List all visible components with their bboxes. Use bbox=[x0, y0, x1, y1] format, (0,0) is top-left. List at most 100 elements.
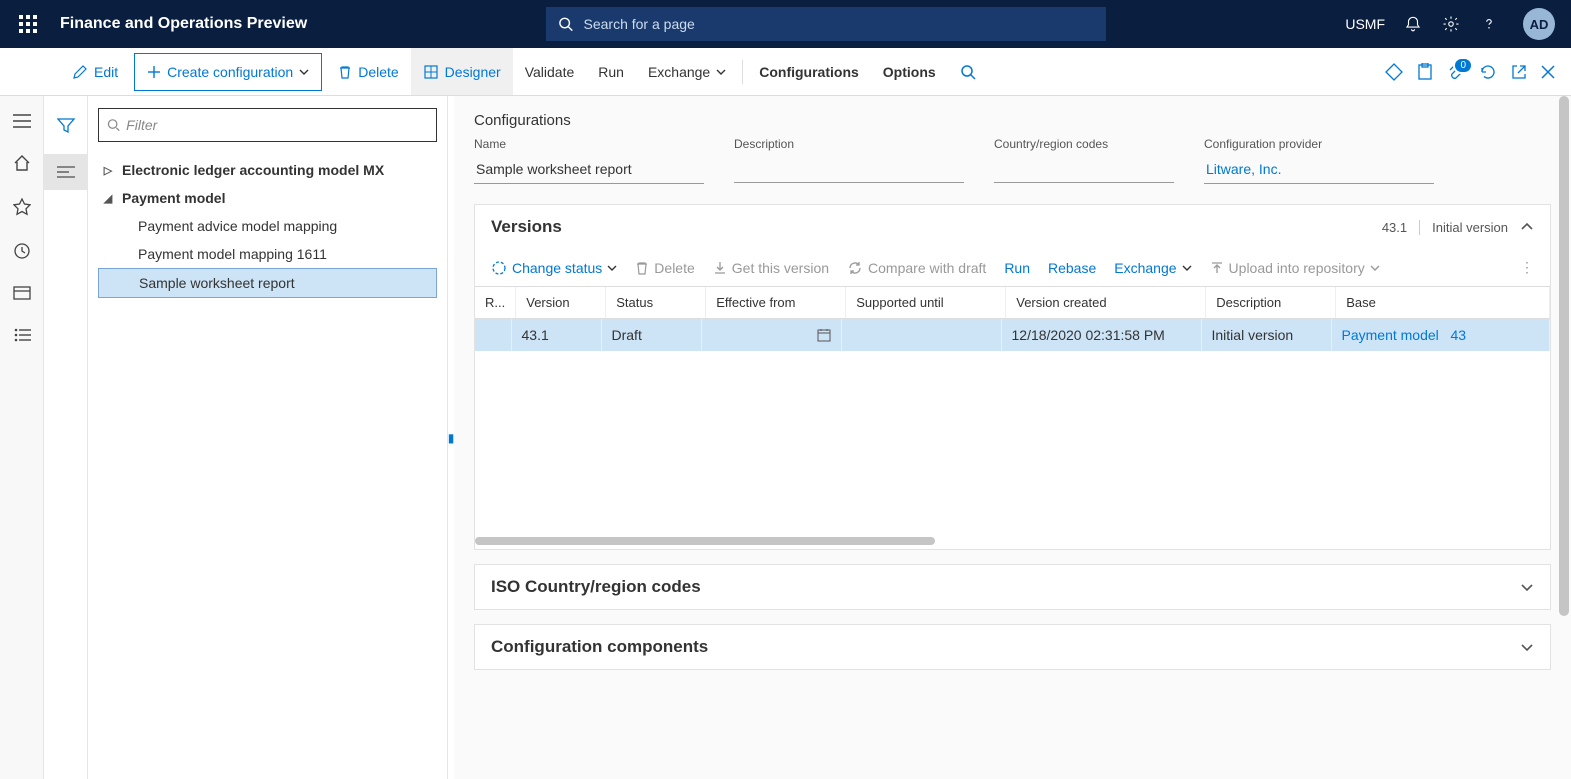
description-value[interactable] bbox=[734, 155, 964, 183]
search-icon bbox=[107, 118, 120, 132]
expand-icon[interactable] bbox=[1520, 580, 1534, 594]
tree-node-sample-worksheet[interactable]: Sample worksheet report bbox=[98, 268, 437, 298]
recent-icon[interactable] bbox=[13, 242, 31, 260]
collapse-icon[interactable] bbox=[1520, 220, 1534, 234]
delete-button[interactable]: Delete bbox=[326, 48, 410, 95]
tree-node-payment-model[interactable]: ◢ Payment model bbox=[98, 184, 437, 212]
attachments-badge: 0 bbox=[1453, 57, 1473, 74]
chevron-down-icon bbox=[1182, 263, 1192, 273]
upload-button[interactable]: Upload into repository bbox=[1210, 260, 1380, 276]
search-input[interactable] bbox=[584, 16, 1095, 32]
refresh-icon[interactable] bbox=[1479, 63, 1497, 81]
col-created[interactable]: Version created bbox=[1006, 287, 1206, 319]
overflow-button[interactable]: ⋮ bbox=[1520, 259, 1534, 276]
tree-node-electronic-ledger[interactable]: ▷ Electronic ledger accounting model MX bbox=[98, 156, 437, 184]
status-icon bbox=[491, 260, 507, 276]
upload-icon bbox=[1210, 261, 1224, 275]
base-version: 43 bbox=[1450, 327, 1466, 343]
vertical-scrollbar[interactable] bbox=[1559, 96, 1569, 777]
provider-value[interactable]: Litware, Inc. bbox=[1204, 155, 1434, 184]
exchange-button[interactable]: Exchange bbox=[636, 48, 738, 95]
name-label: Name bbox=[474, 137, 704, 151]
table-header-row: R... Version Status Effective from Suppo… bbox=[475, 287, 1550, 319]
pencil-icon bbox=[72, 64, 88, 80]
workspace-icon[interactable] bbox=[13, 286, 31, 302]
tree-node-payment-mapping-1611[interactable]: Payment model mapping 1611 bbox=[98, 240, 437, 268]
validate-button[interactable]: Validate bbox=[513, 48, 587, 95]
download-icon bbox=[713, 261, 727, 275]
chevron-down-icon bbox=[299, 67, 309, 77]
versions-summary-version: 43.1 bbox=[1382, 220, 1407, 235]
edit-button[interactable]: Edit bbox=[60, 48, 130, 95]
clipboard-icon[interactable] bbox=[1417, 63, 1433, 81]
delete-label: Delete bbox=[358, 64, 398, 80]
plus-icon bbox=[147, 65, 161, 79]
app-launcher[interactable] bbox=[8, 0, 48, 48]
get-version-button[interactable]: Get this version bbox=[713, 260, 829, 276]
toolbar-search-button[interactable] bbox=[948, 48, 988, 95]
version-run-button[interactable]: Run bbox=[1004, 260, 1030, 276]
diamond-icon[interactable] bbox=[1385, 63, 1403, 81]
version-delete-button[interactable]: Delete bbox=[635, 260, 694, 276]
name-value[interactable]: Sample worksheet report bbox=[474, 155, 704, 184]
tree-label: Electronic ledger accounting model MX bbox=[122, 162, 384, 178]
avatar[interactable]: AD bbox=[1523, 8, 1555, 40]
chevron-down-icon bbox=[607, 263, 617, 273]
global-search[interactable] bbox=[546, 7, 1106, 41]
tree-label: Sample worksheet report bbox=[139, 275, 295, 291]
filter-pane-icon[interactable] bbox=[44, 108, 87, 144]
table-row[interactable]: 43.1 Draft 12/18/2020 02:31:58 PM Initia… bbox=[475, 319, 1550, 351]
col-description[interactable]: Description bbox=[1206, 287, 1336, 319]
compare-button[interactable]: Compare with draft bbox=[847, 260, 986, 276]
horizontal-scrollbar[interactable] bbox=[475, 537, 935, 545]
filter-input[interactable] bbox=[126, 117, 428, 133]
col-supported[interactable]: Supported until bbox=[846, 287, 1006, 319]
tree-label: Payment advice model mapping bbox=[138, 218, 337, 234]
designer-button[interactable]: Designer bbox=[411, 48, 513, 95]
trash-icon bbox=[635, 261, 649, 275]
designer-label: Designer bbox=[445, 64, 501, 80]
configurations-button[interactable]: Configurations bbox=[747, 48, 871, 95]
company-code[interactable]: USMF bbox=[1345, 16, 1385, 32]
related-info-icon[interactable] bbox=[44, 154, 87, 190]
home-icon[interactable] bbox=[13, 154, 31, 172]
version-exchange-button[interactable]: Exchange bbox=[1114, 260, 1191, 276]
cell-supported bbox=[841, 319, 1001, 351]
tree-filter[interactable] bbox=[98, 108, 437, 142]
run-button[interactable]: Run bbox=[586, 48, 636, 95]
change-status-button[interactable]: Change status bbox=[491, 260, 617, 276]
col-effective[interactable]: Effective from bbox=[706, 287, 846, 319]
options-button[interactable]: Options bbox=[871, 48, 948, 95]
iso-title: ISO Country/region codes bbox=[491, 577, 1520, 597]
chevron-down-icon bbox=[1370, 263, 1380, 273]
star-icon[interactable] bbox=[13, 198, 31, 216]
modules-icon[interactable] bbox=[13, 328, 31, 342]
cell-effective[interactable] bbox=[701, 319, 841, 351]
col-base[interactable]: Base bbox=[1336, 287, 1550, 319]
tree-node-payment-advice[interactable]: Payment advice model mapping bbox=[98, 212, 437, 240]
close-icon[interactable] bbox=[1541, 65, 1555, 79]
tree-label: Payment model mapping 1611 bbox=[138, 246, 327, 262]
hamburger-icon[interactable] bbox=[13, 114, 31, 128]
col-status[interactable]: Status bbox=[606, 287, 706, 319]
col-checkbox[interactable]: R... bbox=[475, 287, 516, 319]
region-value[interactable] bbox=[994, 155, 1174, 183]
base-link[interactable]: Payment model bbox=[1342, 327, 1439, 343]
bell-icon[interactable] bbox=[1403, 14, 1423, 34]
create-label: Create configuration bbox=[167, 64, 293, 80]
expand-icon[interactable] bbox=[1520, 640, 1534, 654]
description-label: Description bbox=[734, 137, 964, 151]
col-version[interactable]: Version bbox=[516, 287, 606, 319]
edit-label: Edit bbox=[94, 64, 118, 80]
rebase-button[interactable]: Rebase bbox=[1048, 260, 1096, 276]
attachments-icon[interactable]: 0 bbox=[1447, 63, 1465, 81]
create-config-button[interactable]: Create configuration bbox=[134, 53, 322, 91]
gear-icon[interactable] bbox=[1441, 14, 1461, 34]
search-icon bbox=[960, 64, 976, 80]
popout-icon[interactable] bbox=[1511, 64, 1527, 80]
designer-icon bbox=[423, 64, 439, 80]
versions-title: Versions bbox=[491, 217, 1382, 237]
cell-version: 43.1 bbox=[511, 319, 601, 351]
help-icon[interactable] bbox=[1479, 14, 1499, 34]
components-title: Configuration components bbox=[491, 637, 1520, 657]
